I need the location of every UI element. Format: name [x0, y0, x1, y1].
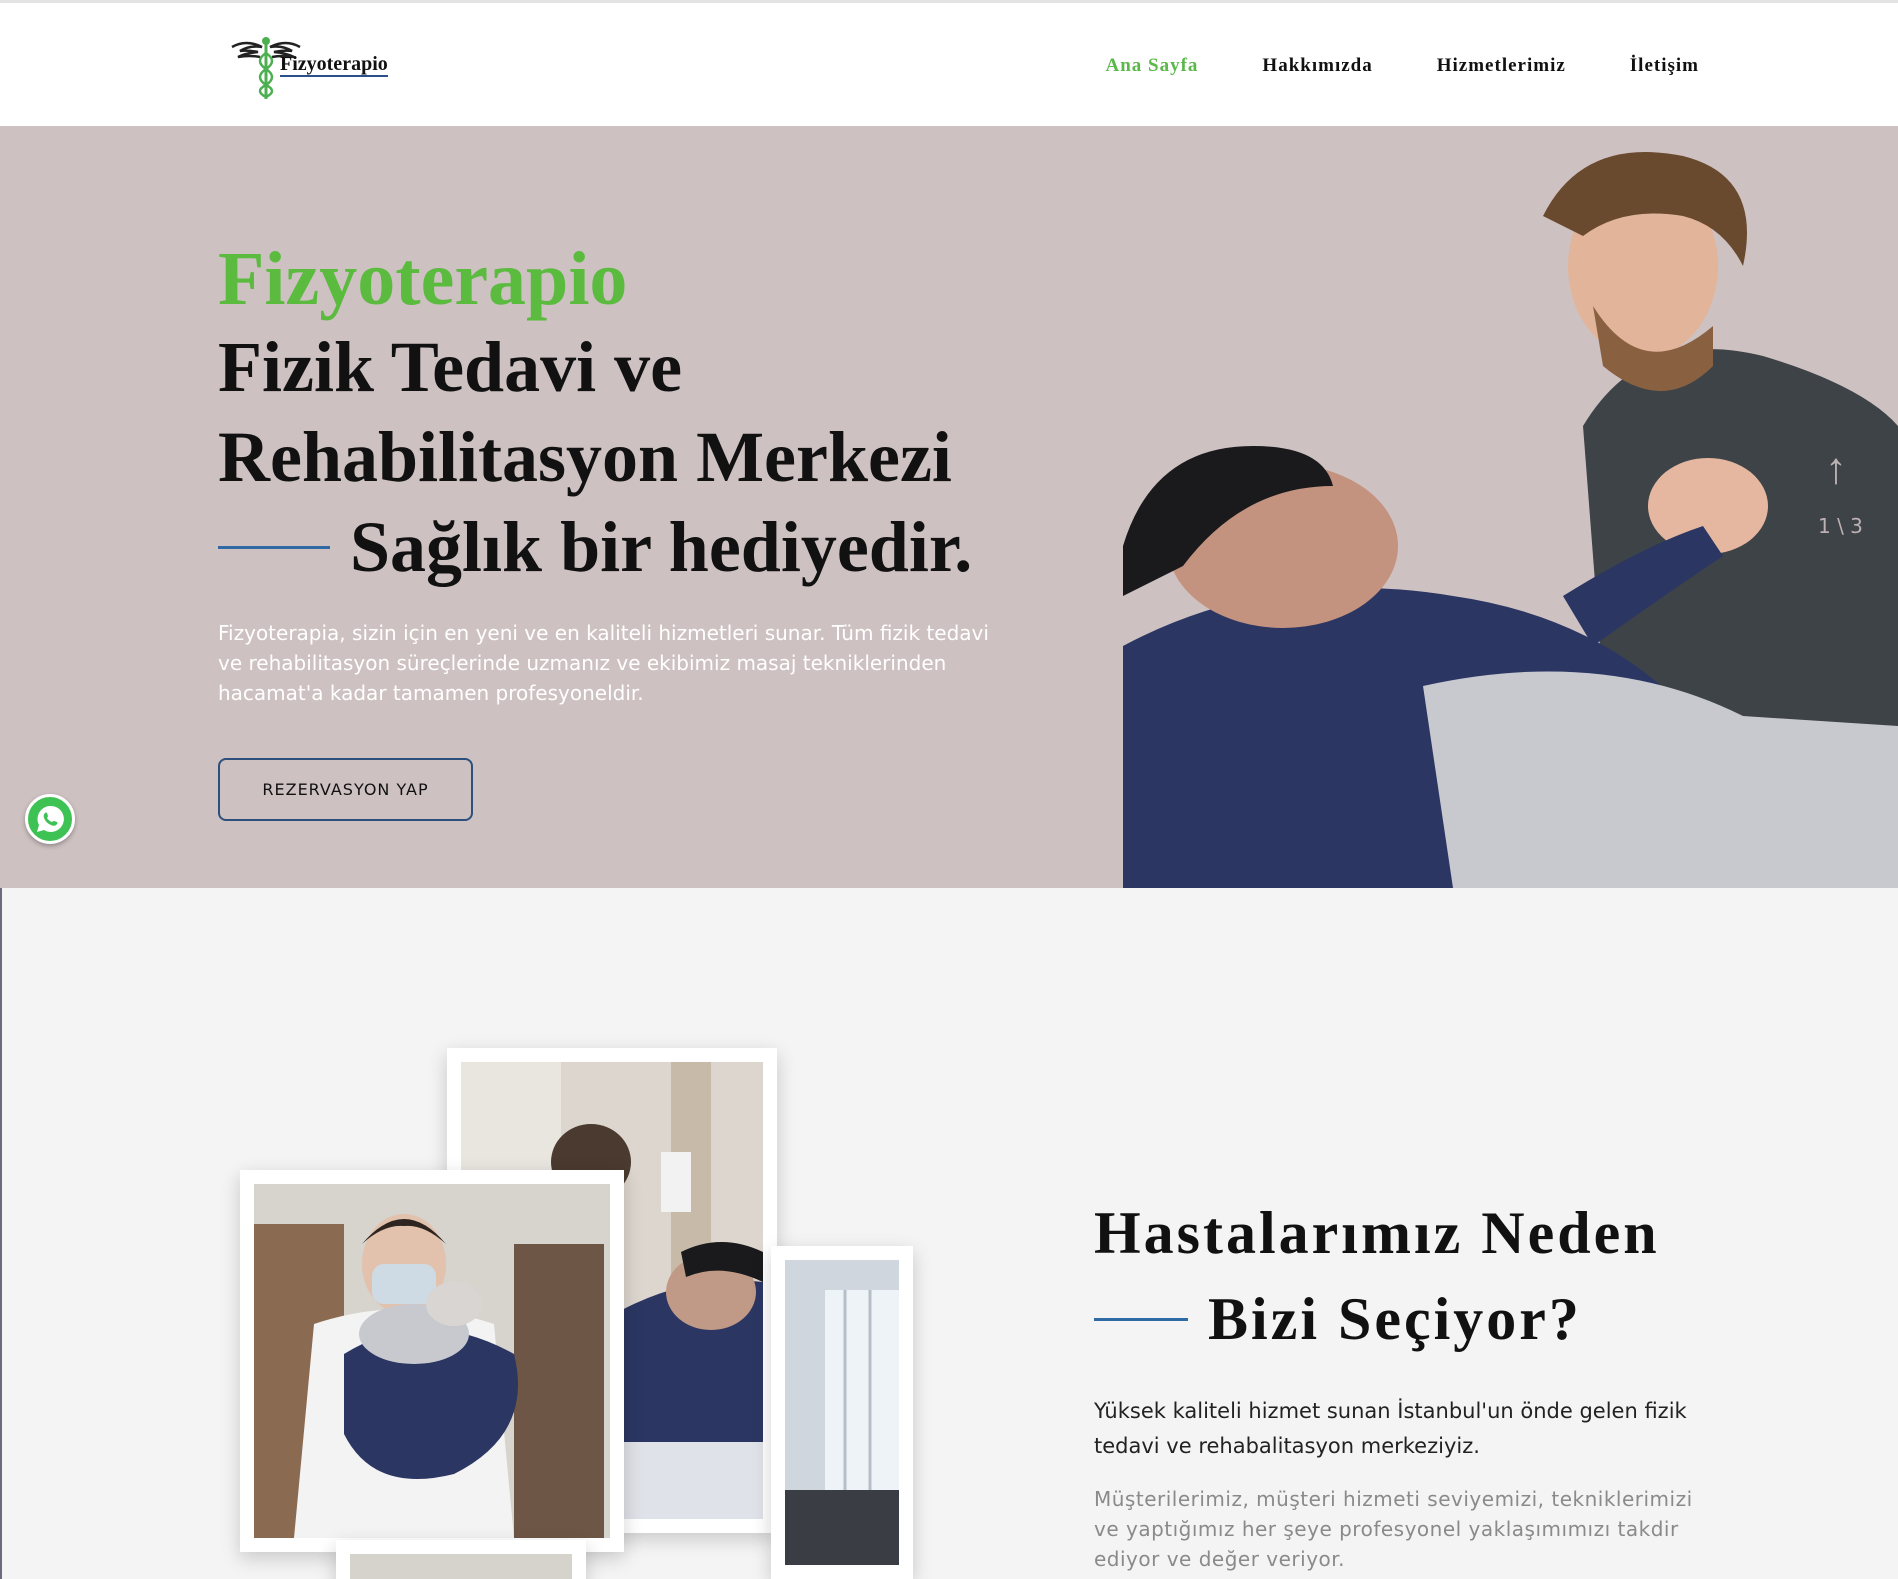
nav-about[interactable]: Hakkımızda — [1262, 55, 1372, 77]
why-us-lead: Yüksek kaliteli hizmet sunan İstanbul'un… — [1094, 1399, 1687, 1458]
why-accent-dash — [1094, 1317, 1188, 1321]
hero-section: Fizyoterapio Fizik Tedavi ve Rehabilitas… — [0, 126, 1898, 888]
hero-brand: Fizyoterapio — [218, 237, 628, 321]
main-nav: Ana Sayfa Hakkımızda Hizmetlerimiz İleti… — [1105, 55, 1699, 77]
site-header: Fizyoterapio Ana Sayfa Hakkımızda Hizmet… — [0, 3, 1898, 126]
whatsapp-icon[interactable] — [25, 794, 75, 844]
why-us-title-line2-row: Bizi Seçiyor? — [1094, 1276, 1660, 1362]
hero-heading-line1: Fizik Tedavi ve — [218, 327, 683, 407]
site-logo[interactable]: Fizyoterapio — [228, 33, 428, 103]
hero-heading-line3-row: Sağlık bir hediyedir. — [218, 502, 1078, 592]
why-us-title-line2: Bizi Seçiyor? — [1208, 1286, 1582, 1352]
logo-text: Fizyoterapio — [280, 53, 388, 77]
why-us-title: Hastalarımız Neden Bizi Seçiyor? — [1094, 1190, 1660, 1362]
hero-accent-dash — [218, 545, 330, 549]
collage-photo-therapist-holding-child — [240, 1170, 624, 1552]
arrow-up-icon[interactable]: ↑ — [1825, 444, 1847, 494]
hero-photo-therapist-patient — [1123, 126, 1898, 888]
nav-contact[interactable]: İletişim — [1630, 55, 1699, 77]
why-us-body: Müşterilerimiz, müşteri hizmeti seviyemi… — [1094, 1487, 1693, 1571]
hero-heading-line2: Rehabilitasyon Merkezi — [218, 417, 952, 497]
why-us-title-line1: Hastalarımız Neden — [1094, 1200, 1660, 1266]
collage-photo-bottom — [336, 1540, 586, 1579]
hero-heading-line3: Sağlık bir hediyedir. — [350, 507, 973, 587]
hero-description: Fizyoterapia, sizin için en yeni ve en k… — [218, 621, 989, 705]
slide-counter: 1 \ 3 — [1818, 514, 1863, 538]
hero-heading: Fizik Tedavi ve Rehabilitasyon Merkezi S… — [218, 322, 1078, 592]
collage-photo-window — [771, 1246, 913, 1579]
reservation-button[interactable]: REZERVASYON YAP — [218, 758, 473, 821]
nav-services[interactable]: Hizmetlerimiz — [1437, 55, 1566, 77]
nav-home[interactable]: Ana Sayfa — [1105, 55, 1198, 77]
